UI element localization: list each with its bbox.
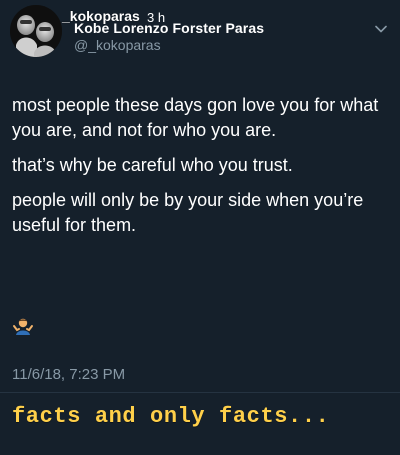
overlay-time: 3 h <box>147 10 166 25</box>
chevron-down-icon <box>375 25 387 33</box>
overlay-handle: _kokoparas <box>62 8 140 24</box>
person-shrugging-icon <box>13 318 33 335</box>
person-shrugging-emoji <box>12 316 34 338</box>
tweet-timestamp[interactable]: 11/6/18, 7:23 PM <box>12 366 125 383</box>
tweet-paragraph: people will only be by your side when yo… <box>12 190 364 235</box>
profile-avatar[interactable] <box>10 5 62 57</box>
tweet-menu-button[interactable] <box>374 22 388 36</box>
divider <box>0 392 400 393</box>
tweet-paragraph: that’s why be careful who you trust. <box>12 155 293 175</box>
tweet-body: most people these days gon love you for … <box>12 93 390 248</box>
tweet-card: Kobe Lorenzo Forster Paras _kokoparas 3 … <box>0 0 400 455</box>
tweet-paragraph: most people these days gon love you for … <box>12 95 379 140</box>
user-handle[interactable]: @_kokoparas <box>74 37 161 53</box>
profile-avatar-icon <box>10 5 62 57</box>
caption-text: facts and only facts... <box>12 404 330 429</box>
